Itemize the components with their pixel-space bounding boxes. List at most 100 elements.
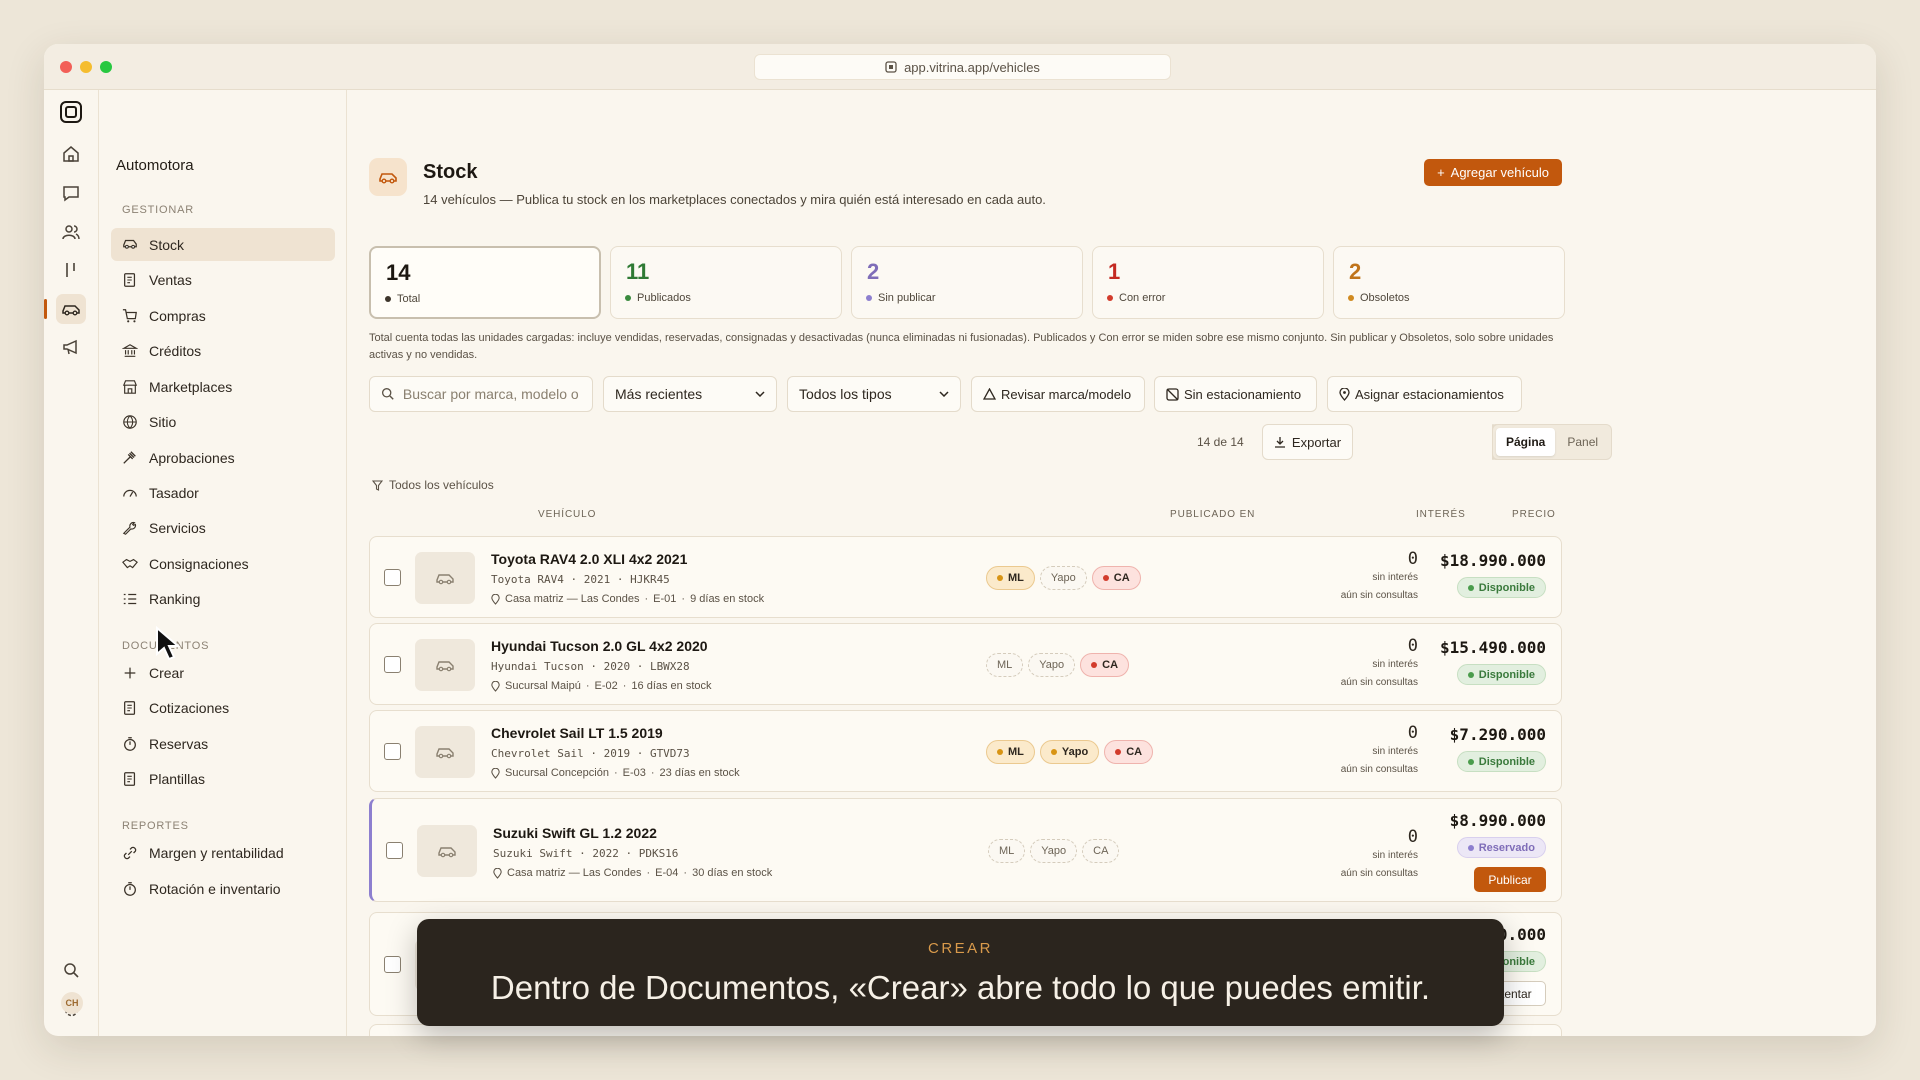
section-gestionar: GESTIONAR	[122, 204, 194, 216]
messages-icon[interactable]	[56, 178, 86, 208]
timer-icon	[124, 881, 136, 896]
publish-button[interactable]: Publicar	[1474, 867, 1546, 892]
marketplace-chip-ca[interactable]: CA	[1091, 566, 1141, 590]
marketplace-chip-ca[interactable]: CA	[1082, 839, 1120, 863]
marketplace-chip-ml[interactable]: ML	[986, 653, 1024, 677]
sidebar-item-compras[interactable]: Compras	[111, 299, 335, 332]
stat-card[interactable]: 14 Total	[369, 246, 601, 319]
marketplace-chip-ml[interactable]: ML	[986, 566, 1035, 590]
view-panel-button[interactable]: Panel	[1557, 428, 1608, 456]
location-pin-icon	[1339, 387, 1350, 401]
row-checkbox[interactable]	[384, 569, 401, 586]
marketplace-chips: ML Yapo CA	[986, 653, 1130, 677]
type-select[interactable]: Todos los tipos	[787, 376, 961, 412]
marketplace-chip-yapo[interactable]: Yapo	[1028, 653, 1076, 677]
marketplace-chip-ca[interactable]: CA	[1080, 653, 1130, 677]
table-row[interactable]: Suzuki Swift GL 1.2 2022 Suzuki Swift · 2…	[369, 798, 1562, 902]
sidebar-item-cotizaciones[interactable]: Cotizaciones	[111, 691, 335, 724]
car-icon	[369, 158, 407, 196]
status-badge: Disponible	[1456, 664, 1546, 685]
marketplace-chip-ml[interactable]: ML	[986, 740, 1035, 764]
filter-icon	[372, 479, 383, 491]
sidebar-item-aprobaciones[interactable]: Aprobaciones	[111, 441, 335, 474]
add-vehicle-button[interactable]: + Agregar vehículo	[1424, 159, 1562, 186]
view-page-button[interactable]: Página	[1496, 428, 1556, 456]
maximize-window-button[interactable]	[100, 61, 112, 73]
location-pin-icon	[491, 767, 500, 779]
vehicle-thumbnail	[415, 552, 475, 604]
search-input[interactable]: Buscar por marca, modelo o patente	[369, 376, 593, 412]
vehicle-thumbnail	[417, 825, 477, 877]
minimize-window-button[interactable]	[80, 61, 92, 73]
sidebar-item-servicios[interactable]: Servicios	[111, 511, 335, 544]
url-bar[interactable]: app.vitrina.app/vehicles	[754, 54, 1171, 80]
marketplace-chip-ca[interactable]: CA	[1104, 740, 1154, 764]
interest-cell: 0 sin interés aún sin consultas	[1340, 549, 1418, 601]
assign-parking-button[interactable]: Asignar estacionamientos	[1327, 376, 1522, 412]
table-row[interactable]: Hyundai Tucson 2.0 GL 4x2 2020 Hyundai Tu…	[369, 623, 1562, 705]
status-dot	[385, 296, 391, 302]
vehicle-location: Sucursal Maipú · E-02 · 16 días en stock	[491, 680, 712, 692]
header-published: PUBLICADO EN	[1170, 509, 1256, 520]
chevron-down-icon	[755, 391, 765, 397]
vehicle-meta: Chevrolet Sail · 2019 · GTVD73	[491, 747, 690, 760]
avatar[interactable]: CH	[61, 992, 83, 1014]
sidebar-item-sitio[interactable]: Sitio	[111, 405, 335, 438]
vehicle-name[interactable]: Toyota RAV4 2.0 XLI 4x2 2021	[491, 551, 687, 567]
marketplace-chip-ml[interactable]: ML	[988, 839, 1026, 863]
row-checkbox[interactable]	[386, 842, 403, 859]
sidebar-item-rotación-e-inventario[interactable]: Rotación e inventario	[111, 872, 335, 905]
car-icon[interactable]	[44, 294, 86, 324]
stat-card[interactable]: 2 Sin publicar	[851, 246, 1083, 319]
chevron-down-icon	[939, 391, 949, 397]
sidebar-item-consignaciones[interactable]: Consignaciones	[111, 547, 335, 580]
megaphone-icon[interactable]	[56, 332, 86, 362]
marketplace-chip-yapo[interactable]: Yapo	[1030, 839, 1078, 863]
users-icon[interactable]	[56, 217, 86, 247]
stat-card[interactable]: 1 Con error	[1092, 246, 1324, 319]
kanban-icon[interactable]	[56, 255, 86, 285]
table-row[interactable]: Chevrolet Sail LT 1.5 2019 Chevrolet Sail…	[369, 710, 1562, 792]
warning-icon	[983, 388, 996, 400]
sidebar-item-margen-y-rentabilidad[interactable]: Margen y rentabilidad	[111, 836, 335, 869]
tutorial-toast: CREAR Dentro de Documentos, «Crear» abre…	[417, 919, 1504, 1026]
search-placeholder: Buscar por marca, modelo o patente	[402, 386, 581, 402]
marketplace-chip-yapo[interactable]: Yapo	[1039, 566, 1087, 590]
vehicle-name[interactable]: Chevrolet Sail LT 1.5 2019	[491, 725, 663, 741]
marketplace-chip-yapo[interactable]: Yapo	[1039, 740, 1100, 764]
sidebar-item-ventas[interactable]: Ventas	[111, 263, 335, 296]
app-logo-icon[interactable]	[56, 97, 86, 127]
sidebar-item-plantillas[interactable]: Plantillas	[111, 762, 335, 795]
no-parking-button[interactable]: Sin estacionamiento	[1154, 376, 1317, 412]
row-checkbox[interactable]	[384, 656, 401, 673]
sidebar-item-crear[interactable]: Crear	[111, 656, 335, 689]
status-dot	[1107, 295, 1113, 301]
section-reportes: REPORTES	[122, 820, 189, 832]
sidebar-item-ranking[interactable]: Ranking	[111, 582, 335, 615]
table-row[interactable]: Toyota RAV4 2.0 XLI 4x2 2021 Toyota RAV4 …	[369, 536, 1562, 618]
sidebar-item-stock[interactable]: Stock	[111, 228, 335, 261]
sort-select[interactable]: Más recientes	[603, 376, 777, 412]
status-badge: Disponible	[1456, 577, 1546, 598]
vehicle-name[interactable]: Hyundai Tucson 2.0 GL 4x2 2020	[491, 638, 708, 654]
stat-card[interactable]: 11 Publicados	[610, 246, 842, 319]
sidebar-item-tasador[interactable]: Tasador	[111, 476, 335, 509]
vehicle-location: Sucursal Concepción · E-03 · 23 días en stoc…	[491, 767, 740, 779]
location-pin-icon	[493, 867, 502, 879]
sidebar-item-marketplaces[interactable]: Marketplaces	[111, 370, 335, 403]
wrench-icon	[122, 521, 137, 535]
review-brand-button[interactable]: Revisar marca/modelo	[971, 376, 1145, 412]
car-icon	[123, 239, 137, 249]
vehicle-name[interactable]: Suzuki Swift GL 1.2 2022	[493, 825, 657, 841]
close-window-button[interactable]	[60, 61, 72, 73]
stat-card[interactable]: 2 Obsoletos	[1333, 246, 1565, 319]
sidebar-item-reservas[interactable]: Reservas	[111, 727, 335, 760]
export-button[interactable]: Exportar	[1262, 424, 1353, 460]
filter-chip[interactable]: Todos los vehículos	[372, 478, 494, 492]
search-icon[interactable]	[56, 955, 86, 985]
home-icon[interactable]	[56, 139, 86, 169]
search-icon	[381, 388, 394, 400]
sidebar-item-créditos[interactable]: Créditos	[111, 334, 335, 367]
row-checkbox[interactable]	[384, 956, 401, 973]
row-checkbox[interactable]	[384, 743, 401, 760]
